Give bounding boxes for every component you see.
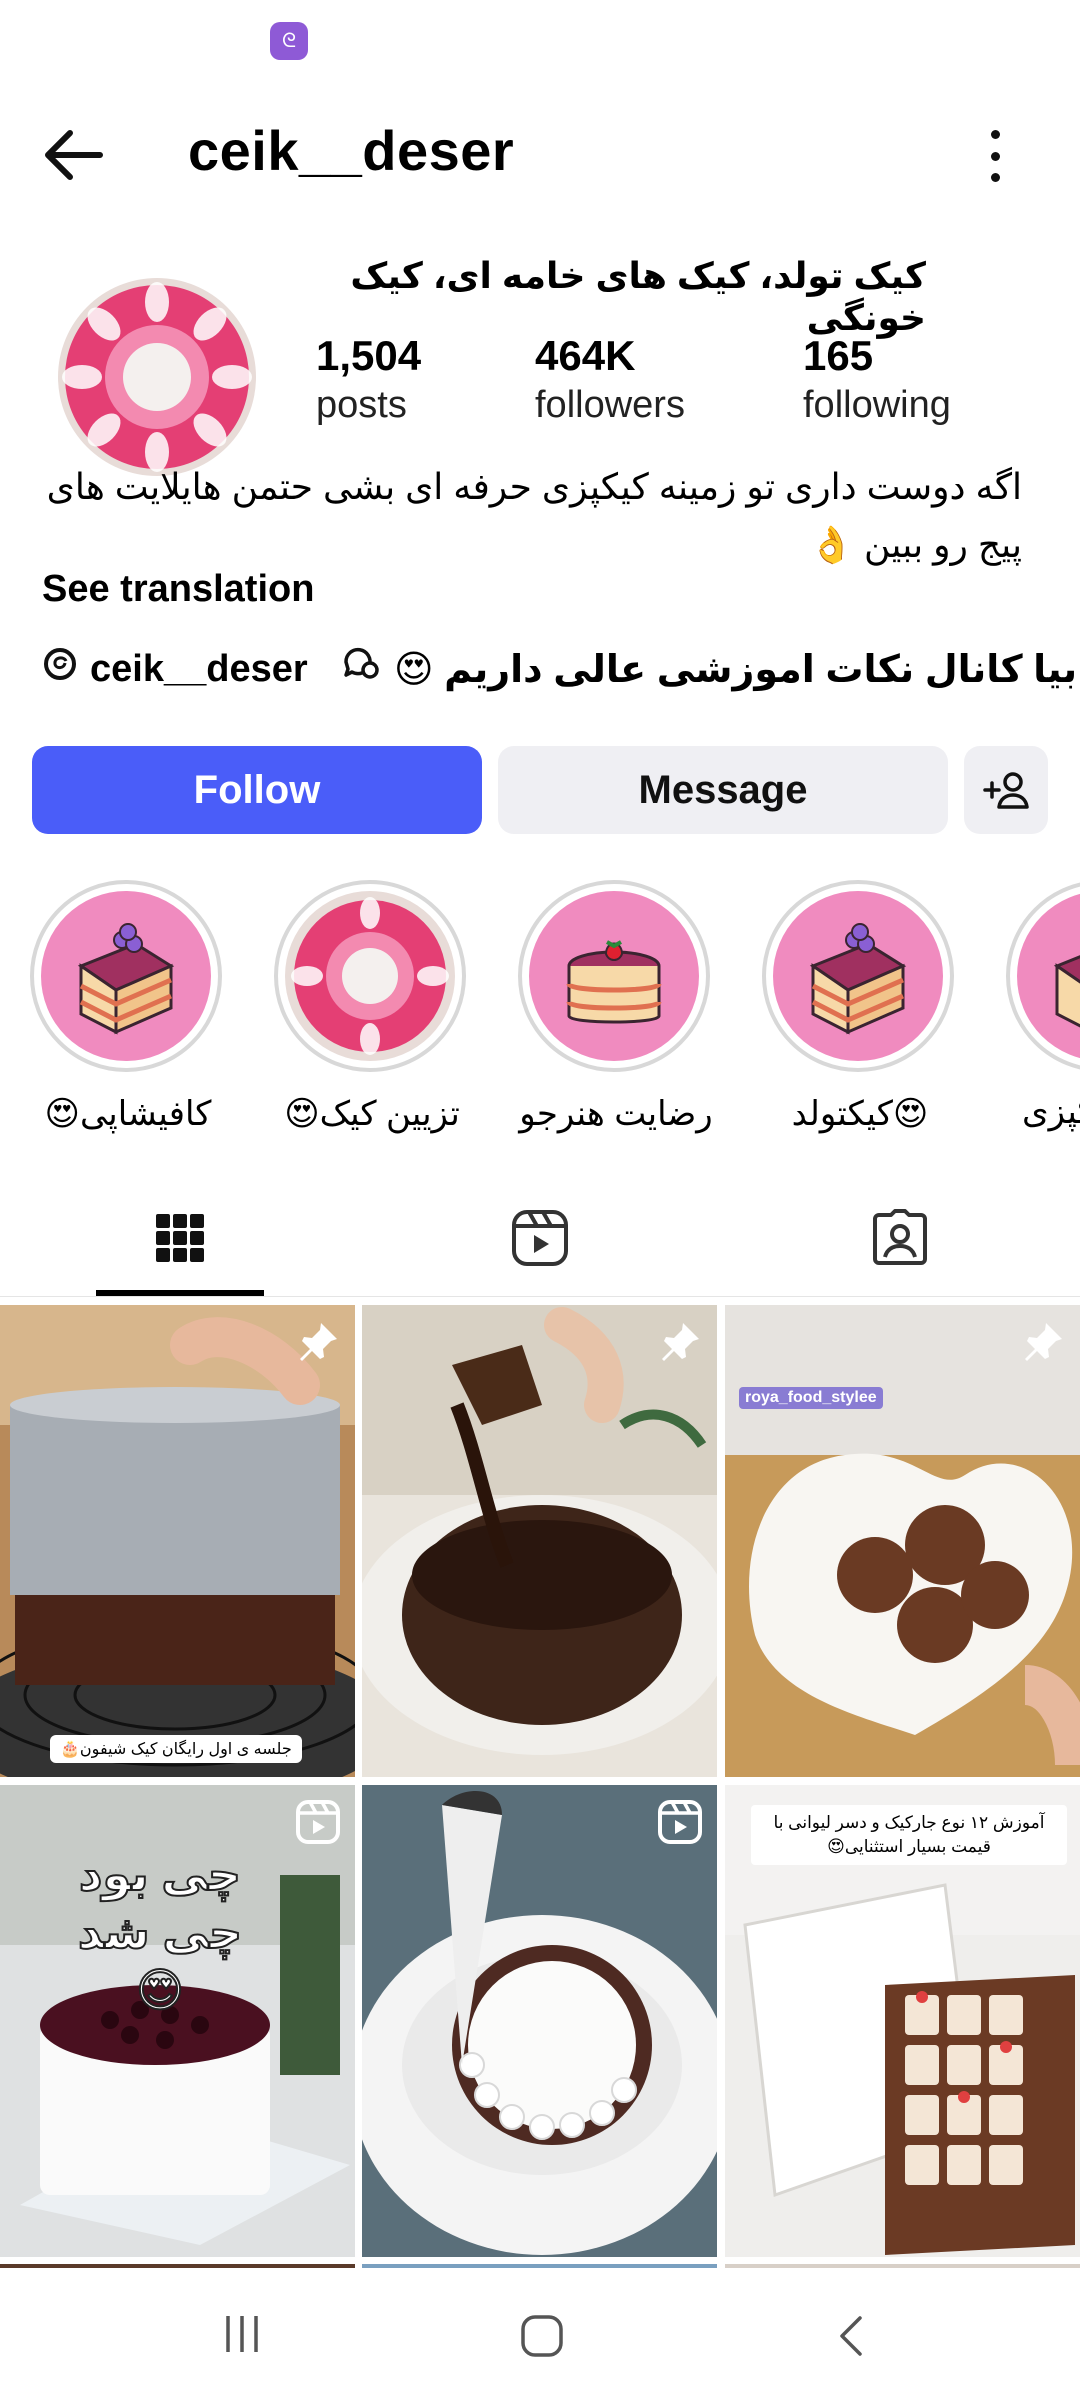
highlight-item-partial[interactable]: کیکپزی <box>1006 880 1080 1180</box>
post-thumbnail[interactable] <box>362 1785 717 2257</box>
tab-reels[interactable] <box>360 1178 720 1298</box>
recent-apps-icon[interactable] <box>222 2314 262 2359</box>
highlight-label: رضایت هنرجو <box>519 1095 713 1133</box>
cake-slice-icon <box>41 891 211 1061</box>
profile-username-title: ceik__deser <box>188 119 515 182</box>
cake-slice-icon <box>773 891 943 1061</box>
highlight-label: تزیین کیک😍 <box>284 1095 460 1133</box>
highlight-label: کافیشاپی😍 <box>44 1095 212 1133</box>
post-watermark: roya_food_stylee <box>739 1387 883 1409</box>
followers-label: followers <box>535 384 685 426</box>
cake-slice-icon <box>1017 891 1080 1061</box>
highlight-label: 😍کیکتولد <box>791 1095 929 1133</box>
followers-count: 464K <box>535 332 636 379</box>
following-count: 165 <box>803 332 874 379</box>
see-translation-link[interactable]: See translation <box>42 568 314 611</box>
threads-link[interactable]: ceik__deser <box>42 646 308 692</box>
highlight-item[interactable]: کافیشاپی😍 <box>30 880 226 1134</box>
post-thumbnail[interactable] <box>362 1305 717 1777</box>
highlight-label: کیکپزی <box>1022 1093 1080 1131</box>
stat-posts[interactable]: 1,504 posts <box>316 332 421 427</box>
post-thumbnail[interactable]: roya_food_stylee <box>725 1305 1080 1777</box>
highlight-item[interactable]: رضایت هنرجو <box>518 880 714 1134</box>
follow-button[interactable]: Follow <box>32 746 482 834</box>
profile-bio: اگه دوست داری تو زمینه کیکپزی حرفه ای بش… <box>42 458 1022 574</box>
profile-avatar[interactable] <box>58 278 256 476</box>
message-button[interactable]: Message <box>498 746 948 834</box>
post-thumbnail[interactable]: چی بود چی شد 😍 <box>0 1785 355 2257</box>
post-thumbnail[interactable]: آموزش ۱۲ نوع جارکیک و دسر لیوانی با قیمت… <box>725 1785 1080 2257</box>
home-icon[interactable] <box>520 2314 564 2363</box>
tab-tagged[interactable] <box>720 1178 1080 1298</box>
reels-icon <box>512 1210 568 1266</box>
threads-icon <box>42 646 78 692</box>
channel-text: بیا کانال نکات اموزشی عالی داریم 😍 <box>394 648 1078 691</box>
post-overlay-text: آموزش ۱۲ نوع جارکیک و دسر لیوانی با قیمت… <box>751 1805 1067 1865</box>
highlight-item[interactable]: 😍کیکتولد <box>762 880 958 1134</box>
following-label: following <box>803 384 951 426</box>
threads-handle: ceik__deser <box>90 647 308 690</box>
channel-link[interactable]: بیا کانال نکات اموزشی عالی داریم 😍 <box>340 644 1077 694</box>
tab-divider <box>0 1296 1080 1297</box>
more-options-icon[interactable] <box>975 124 1015 188</box>
reel-icon <box>295 1799 341 1845</box>
tagged-icon <box>873 1209 927 1265</box>
strawberry-cake-icon <box>529 891 699 1061</box>
add-person-icon <box>983 772 1029 809</box>
back-nav-icon[interactable] <box>830 2314 870 2363</box>
pin-icon <box>657 1319 703 1365</box>
post-thumbnail[interactable]: جلسه ی اول رایگان کیک شیفون🎂 <box>0 1305 355 1777</box>
post-overlay-text: چی بود چی شد 😍 <box>77 1847 243 2017</box>
ring-cake-icon <box>285 891 455 1061</box>
stat-following[interactable]: 165 following <box>803 332 951 427</box>
posts-label: posts <box>316 384 407 426</box>
back-arrow-icon[interactable] <box>40 122 106 188</box>
system-navigation-bar <box>0 2268 1080 2400</box>
suggest-user-button[interactable] <box>964 746 1048 834</box>
highlight-item[interactable]: تزیین کیک😍 <box>274 880 470 1134</box>
bio-line: اگه دوست داری تو زمینه کیکپزی حرفه ای بش… <box>46 466 1022 507</box>
stat-followers[interactable]: 464K followers <box>535 332 685 427</box>
grid-icon <box>156 1214 204 1262</box>
post-caption: جلسه ی اول رایگان کیک شیفون🎂 <box>50 1735 302 1763</box>
profile-full-name: کیک تولد، کیک های خامه ای، کیک خونگی <box>350 255 926 338</box>
status-notification-icon: ᘓ <box>270 22 308 60</box>
bio-line: پیج رو ببین 👌 <box>809 524 1022 565</box>
reel-icon <box>657 1799 703 1845</box>
active-tab-indicator <box>96 1290 264 1296</box>
channel-icon <box>340 644 380 694</box>
tab-grid[interactable] <box>0 1178 360 1298</box>
pin-icon <box>295 1319 341 1365</box>
pin-icon <box>1020 1319 1066 1365</box>
posts-count: 1,504 <box>316 332 422 379</box>
